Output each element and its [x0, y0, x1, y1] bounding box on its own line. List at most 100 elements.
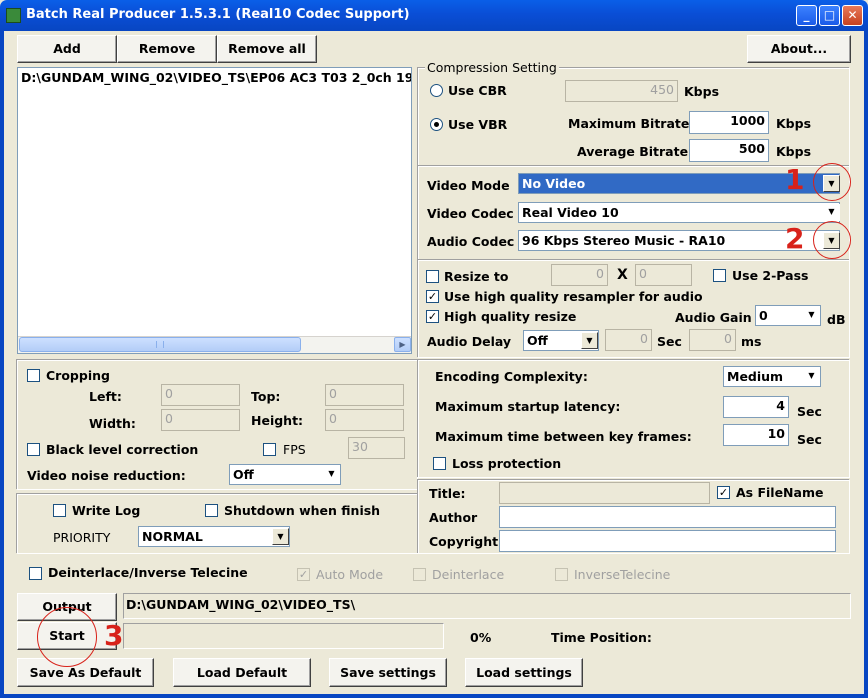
vbr-radio[interactable] [430, 118, 443, 131]
auto-mode-checkbox[interactable]: ✓ [297, 568, 310, 581]
crop-width-label: Width: [89, 416, 136, 431]
delay-ms-field[interactable]: 0 [689, 329, 736, 351]
noise-dropdown-icon[interactable]: ▼ [323, 466, 340, 483]
video-codec-select[interactable]: Real Video 10 [518, 202, 840, 223]
scroll-right-icon[interactable]: ▶ [394, 337, 411, 352]
loss-protection-label: Loss protection [452, 456, 562, 471]
resize-checkbox[interactable] [426, 270, 439, 283]
cropping-label: Cropping [46, 368, 110, 383]
save-settings-button[interactable]: Save settings [329, 658, 447, 687]
db-label: dB [827, 312, 846, 327]
max-bitrate-label: Maximum Bitrate [568, 116, 690, 131]
cbr-kbps-label: Kbps [684, 84, 720, 99]
window-title: Batch Real Producer 1.5.3.1 (Real10 Code… [26, 7, 410, 22]
meta-copyright-field[interactable] [499, 530, 836, 552]
progress-percent: 0% [470, 630, 492, 645]
audio-delay-label: Audio Delay [427, 334, 512, 349]
minimize-button[interactable]: _ [796, 5, 817, 26]
as-filename-label: As FileName [736, 485, 824, 500]
remove-all-button[interactable]: Remove all [217, 35, 317, 63]
inverse-telecine-checkbox[interactable] [555, 568, 568, 581]
crop-height-label: Height: [251, 413, 304, 428]
write-log-label: Write Log [72, 503, 141, 518]
crop-left-field[interactable]: 0 [161, 384, 240, 406]
load-default-button[interactable]: Load Default [173, 658, 311, 687]
resize-width-field[interactable]: 0 [551, 264, 608, 286]
max-bitrate-field[interactable]: 1000 [689, 111, 769, 134]
startup-sec-label: Sec [797, 404, 822, 419]
complexity-dropdown-icon[interactable]: ▼ [803, 368, 820, 385]
two-pass-checkbox[interactable] [713, 269, 726, 282]
video-mode-label: Video Mode [427, 178, 510, 193]
annotation-circle-3 [37, 607, 97, 667]
annotation-circle-1 [813, 163, 851, 201]
progress-bar [123, 623, 444, 649]
audio-gain-dropdown-icon[interactable]: ▼ [803, 307, 820, 324]
hq-resampler-checkbox[interactable]: ✓ [426, 290, 439, 303]
crop-width-field[interactable]: 0 [161, 409, 240, 431]
fps-checkbox[interactable] [263, 443, 276, 456]
meta-author-label: Author [429, 510, 478, 525]
annotation-number-1: 1 [785, 163, 805, 196]
priority-label: PRIORITY [53, 530, 111, 545]
hq-resize-label: High quality resize [444, 309, 577, 324]
list-item[interactable]: D:\GUNDAM_WING_02\VIDEO_TS\EP06 AC3 T03 … [21, 70, 411, 85]
app-icon [6, 8, 21, 23]
avg-bitrate-field[interactable]: 500 [689, 139, 769, 162]
hq-resize-checkbox[interactable]: ✓ [426, 310, 439, 323]
add-button[interactable]: Add [17, 35, 117, 63]
annotation-number-3: 3 [104, 619, 124, 652]
delay-sec-field[interactable]: 0 [605, 329, 652, 351]
vbr-label: Use VBR [448, 117, 508, 132]
delay-sec-label: Sec [657, 334, 682, 349]
resize-label: Resize to [444, 269, 509, 284]
cropping-checkbox[interactable] [27, 369, 40, 382]
crop-left-label: Left: [89, 389, 122, 404]
noise-label: Video noise reduction: [27, 468, 186, 483]
audio-delay-dropdown-icon[interactable]: ▼ [581, 332, 598, 349]
crop-height-field[interactable]: 0 [325, 409, 404, 431]
as-filename-checkbox[interactable]: ✓ [717, 486, 730, 499]
cbr-radio[interactable] [430, 84, 443, 97]
priority-dropdown-icon[interactable]: ▼ [272, 528, 289, 545]
meta-title-field[interactable] [499, 482, 710, 504]
deinterlace-only-label: Deinterlace [432, 567, 505, 582]
about-button[interactable]: About... [747, 35, 851, 63]
maximize-button[interactable]: □ [819, 5, 840, 26]
keyframe-field[interactable]: 10 [723, 424, 789, 446]
resize-height-field[interactable]: 0 [635, 264, 692, 286]
annotation-number-2: 2 [785, 222, 805, 255]
video-codec-dropdown-icon[interactable]: ▼ [823, 204, 840, 221]
startup-field[interactable]: 4 [723, 396, 789, 418]
fps-field[interactable]: 30 [348, 437, 405, 459]
resize-x-label: X [617, 267, 628, 283]
remove-button[interactable]: Remove [117, 35, 217, 63]
time-position-label: Time Position: [551, 630, 652, 645]
annotation-circle-2 [813, 221, 851, 259]
file-list[interactable]: D:\GUNDAM_WING_02\VIDEO_TS\EP06 AC3 T03 … [17, 67, 412, 354]
window-frame-right [864, 31, 868, 698]
shutdown-checkbox[interactable] [205, 504, 218, 517]
two-pass-label: Use 2-Pass [732, 268, 809, 283]
keyframe-sec-label: Sec [797, 432, 822, 447]
output-path: D:\GUNDAM_WING_02\VIDEO_TS\ [126, 597, 356, 612]
save-default-button[interactable]: Save As Default [17, 658, 154, 687]
crop-top-field[interactable]: 0 [325, 384, 404, 406]
meta-copyright-label: Copyright [429, 534, 499, 549]
window-frame-bottom [0, 694, 868, 698]
load-settings-button[interactable]: Load settings [465, 658, 583, 687]
complexity-label: Encoding Complexity: [435, 369, 588, 384]
cbr-bitrate-field[interactable]: 450 [565, 80, 678, 102]
deinterlace-checkbox[interactable] [29, 567, 42, 580]
meta-author-field[interactable] [499, 506, 836, 528]
priority-select[interactable]: NORMAL [138, 526, 290, 547]
shutdown-label: Shutdown when finish [224, 503, 381, 518]
scroll-thumb[interactable] [19, 337, 301, 352]
video-codec-label: Video Codec [427, 206, 514, 221]
deinterlace-only-checkbox[interactable] [413, 568, 426, 581]
cbr-label: Use CBR [448, 83, 507, 98]
write-log-checkbox[interactable] [53, 504, 66, 517]
close-button[interactable]: ✕ [842, 5, 863, 26]
black-level-checkbox[interactable] [27, 443, 40, 456]
loss-protection-checkbox[interactable] [433, 457, 446, 470]
